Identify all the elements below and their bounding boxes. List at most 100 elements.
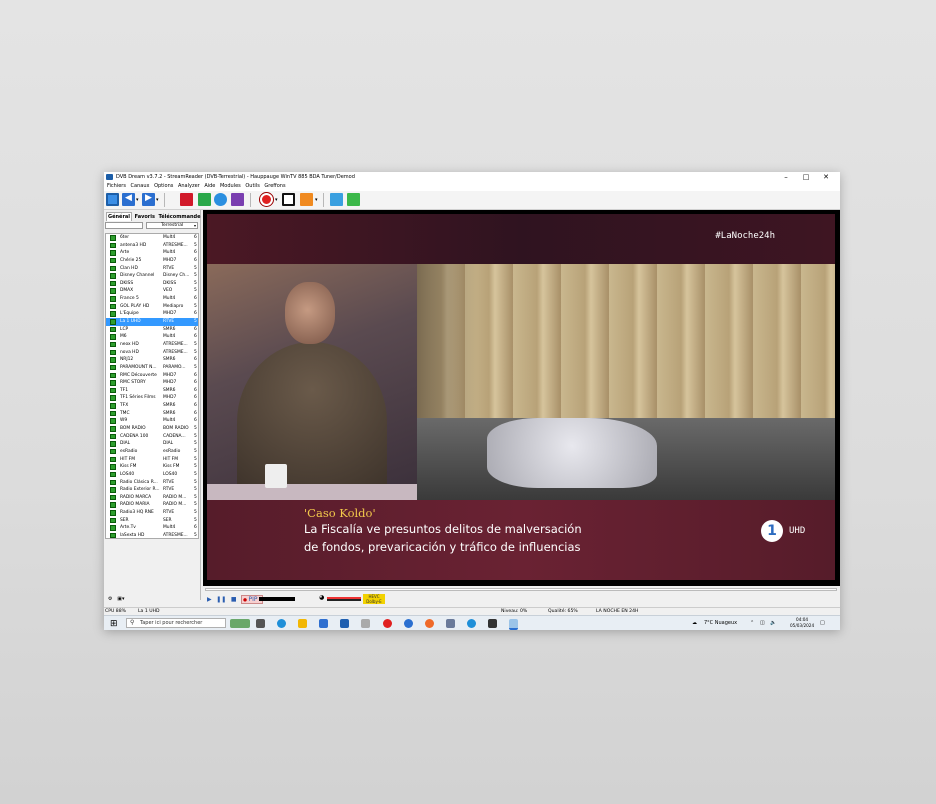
- channel-row[interactable]: BOM RADIO BOM RADIO 5: [106, 425, 198, 433]
- vlc-icon[interactable]: [300, 193, 313, 206]
- channel-row[interactable]: PARAMOUNT N... PARAMO... 5: [106, 364, 198, 372]
- tab-general[interactable]: Général: [106, 212, 132, 221]
- channel-row[interactable]: GOL PLAY HD Mediapro 5: [106, 303, 198, 311]
- close-button[interactable]: ✕: [816, 172, 836, 182]
- channel-row[interactable]: CADENA 100 CADENA... 5: [106, 433, 198, 441]
- maximize-button[interactable]: □: [796, 172, 816, 182]
- play-icon[interactable]: ▶: [207, 596, 212, 603]
- channel-row[interactable]: RMC Découverte MHD7 6: [106, 372, 198, 380]
- file-explorer-icon[interactable]: [298, 619, 307, 628]
- settings-gear-icon[interactable]: [214, 193, 227, 206]
- channel-row[interactable]: W9 Mult4 6: [106, 417, 198, 425]
- forward-dropdown-icon[interactable]: ▾: [156, 197, 159, 203]
- notifications-icon[interactable]: □: [820, 620, 825, 626]
- channel-row[interactable]: esRadio esRadio 5: [106, 448, 198, 456]
- channel-row[interactable]: Chérie 25 MHD7 6: [106, 257, 198, 265]
- channel-row[interactable]: Arte Mult4 6: [106, 249, 198, 257]
- back-dropdown-icon[interactable]: ▾: [136, 197, 139, 203]
- dvb-dream-taskbar-icon[interactable]: [509, 619, 518, 630]
- channel-row[interactable]: TF1 Séries Films MHD7 6: [106, 394, 198, 402]
- channel-row[interactable]: La 1 UHD RTVE 5: [106, 318, 198, 326]
- channel-row[interactable]: TFX SMR6 6: [106, 402, 198, 410]
- menu-greffons[interactable]: Greffons: [264, 182, 285, 191]
- tray-chevron-icon[interactable]: ⌃: [750, 620, 754, 626]
- tab-telecommande[interactable]: Télécommande: [158, 213, 202, 221]
- channel-row[interactable]: Kiss FM Kiss FM 5: [106, 463, 198, 471]
- skype-icon[interactable]: [467, 619, 476, 628]
- forward-arrow-icon[interactable]: ▶: [142, 193, 155, 206]
- film-icon[interactable]: [231, 193, 244, 206]
- channel-row[interactable]: L'Equipe MHD7 6: [106, 310, 198, 318]
- channel-row[interactable]: NRJ12 SMR6 6: [106, 356, 198, 364]
- channel-row[interactable]: France 5 Mult4 6: [106, 295, 198, 303]
- task-view-icon[interactable]: [256, 619, 265, 628]
- menu-options[interactable]: Options: [154, 182, 173, 191]
- pause-icon[interactable]: ❚❚: [216, 596, 226, 603]
- menu-canaux[interactable]: Canaux: [131, 182, 150, 191]
- channel-row[interactable]: LCP SMR6 6: [106, 326, 198, 334]
- channel-row[interactable]: laSexta HD ATRESME... 5: [106, 532, 198, 538]
- seek-bar[interactable]: [205, 588, 837, 591]
- channel-row[interactable]: DKISS DKISS 5: [106, 280, 198, 288]
- channel-row[interactable]: Clan HD RTVE 5: [106, 265, 198, 273]
- tab-favoris[interactable]: Favoris: [134, 213, 156, 221]
- channel-row[interactable]: Radio Exterior R... RTVE 5: [106, 486, 198, 494]
- channel-row[interactable]: M6 Mult4 6: [106, 333, 198, 341]
- menu-fichiers[interactable]: Fichiers: [107, 182, 126, 191]
- firefox-dev-icon[interactable]: [425, 619, 434, 628]
- network-filter-select[interactable]: Terrestrial ▾: [146, 222, 198, 229]
- volume-meter[interactable]: [259, 597, 295, 601]
- record-icon[interactable]: [260, 193, 273, 206]
- tv-icon[interactable]: [180, 193, 193, 206]
- channel-row[interactable]: 6ter Mult4 6: [106, 234, 198, 242]
- channel-row[interactable]: HIT FM HIT FM 5: [106, 456, 198, 464]
- opera-icon[interactable]: [383, 619, 392, 628]
- weather-icon[interactable]: ☁: [692, 620, 697, 626]
- channel-row[interactable]: RADIO MARIA RADIO M... 5: [106, 501, 198, 509]
- app-icon[interactable]: [361, 619, 370, 628]
- windows-start-icon[interactable]: ⊞: [110, 619, 118, 629]
- channel-row[interactable]: Radio3 HQ RNE RTVE 5: [106, 509, 198, 517]
- channel-row[interactable]: nova HD ATRESME... 5: [106, 349, 198, 357]
- channel-row[interactable]: antena3 HD ATRESME... 5: [106, 242, 198, 250]
- channel-row[interactable]: LOS40 LOS40 5: [106, 471, 198, 479]
- edge-icon[interactable]: [277, 619, 286, 628]
- notepad-icon[interactable]: [446, 619, 455, 628]
- taskbar-search-input[interactable]: ⚲ Taper ici pour rechercher: [126, 618, 226, 628]
- stop-icon[interactable]: [282, 193, 295, 206]
- fullscreen-icon[interactable]: [106, 193, 119, 206]
- channel-row[interactable]: Radio Clásica R... RTVE 5: [106, 479, 198, 487]
- stop-icon[interactable]: ■: [231, 596, 237, 603]
- media-app-icon[interactable]: [488, 619, 497, 628]
- menu-analyzer[interactable]: Analyzer: [178, 182, 200, 191]
- channel-list[interactable]: 6ter Mult4 6 antena3 HD ATRESME... 5 Arte Mult4…: [105, 233, 199, 539]
- channel-row[interactable]: RADIO MARCA RADIO M... 5: [106, 494, 198, 502]
- firefox-icon[interactable]: [404, 619, 413, 628]
- chevron-down-icon[interactable]: ▾: [194, 223, 196, 229]
- channel-search-input[interactable]: [105, 222, 143, 229]
- volume-icon[interactable]: 🔈: [770, 620, 776, 626]
- settings-icon[interactable]: ⚙: [108, 596, 112, 602]
- video-panel[interactable]: #LaNoche24h 'Caso Koldo' La Fiscalía ve …: [203, 210, 840, 586]
- channel-row[interactable]: SER SER 5: [106, 517, 198, 525]
- news-widget-icon[interactable]: [230, 619, 250, 628]
- channel-row[interactable]: RMC STORY MHD7 6: [106, 379, 198, 387]
- weather-text[interactable]: 7°C Nuageux: [704, 620, 737, 626]
- view-options-icon[interactable]: ▣▾: [117, 596, 124, 602]
- channel-row[interactable]: TMC SMR6 6: [106, 410, 198, 418]
- minimize-button[interactable]: –: [776, 172, 796, 182]
- epg-icon[interactable]: [198, 193, 211, 206]
- menu-aide[interactable]: Aide: [204, 182, 215, 191]
- channel-row[interactable]: TF1 SMR6 6: [106, 387, 198, 395]
- menu-outils[interactable]: Outils: [245, 182, 259, 191]
- network-icon[interactable]: ◫: [760, 620, 765, 626]
- store-icon[interactable]: [319, 619, 328, 628]
- menu-modules[interactable]: Modules: [220, 182, 241, 191]
- audio-icon[interactable]: ◕: [319, 594, 324, 601]
- record-dropdown-icon[interactable]: ▾: [275, 197, 278, 203]
- taskbar-clock[interactable]: 04:04 05/03/2024: [790, 617, 814, 629]
- channel-row[interactable]: DIAL DIAL 5: [106, 440, 198, 448]
- channel-row[interactable]: neox HD ATRESME... 5: [106, 341, 198, 349]
- channel-row[interactable]: DMAX VEO 5: [106, 287, 198, 295]
- mail-icon[interactable]: [340, 619, 349, 628]
